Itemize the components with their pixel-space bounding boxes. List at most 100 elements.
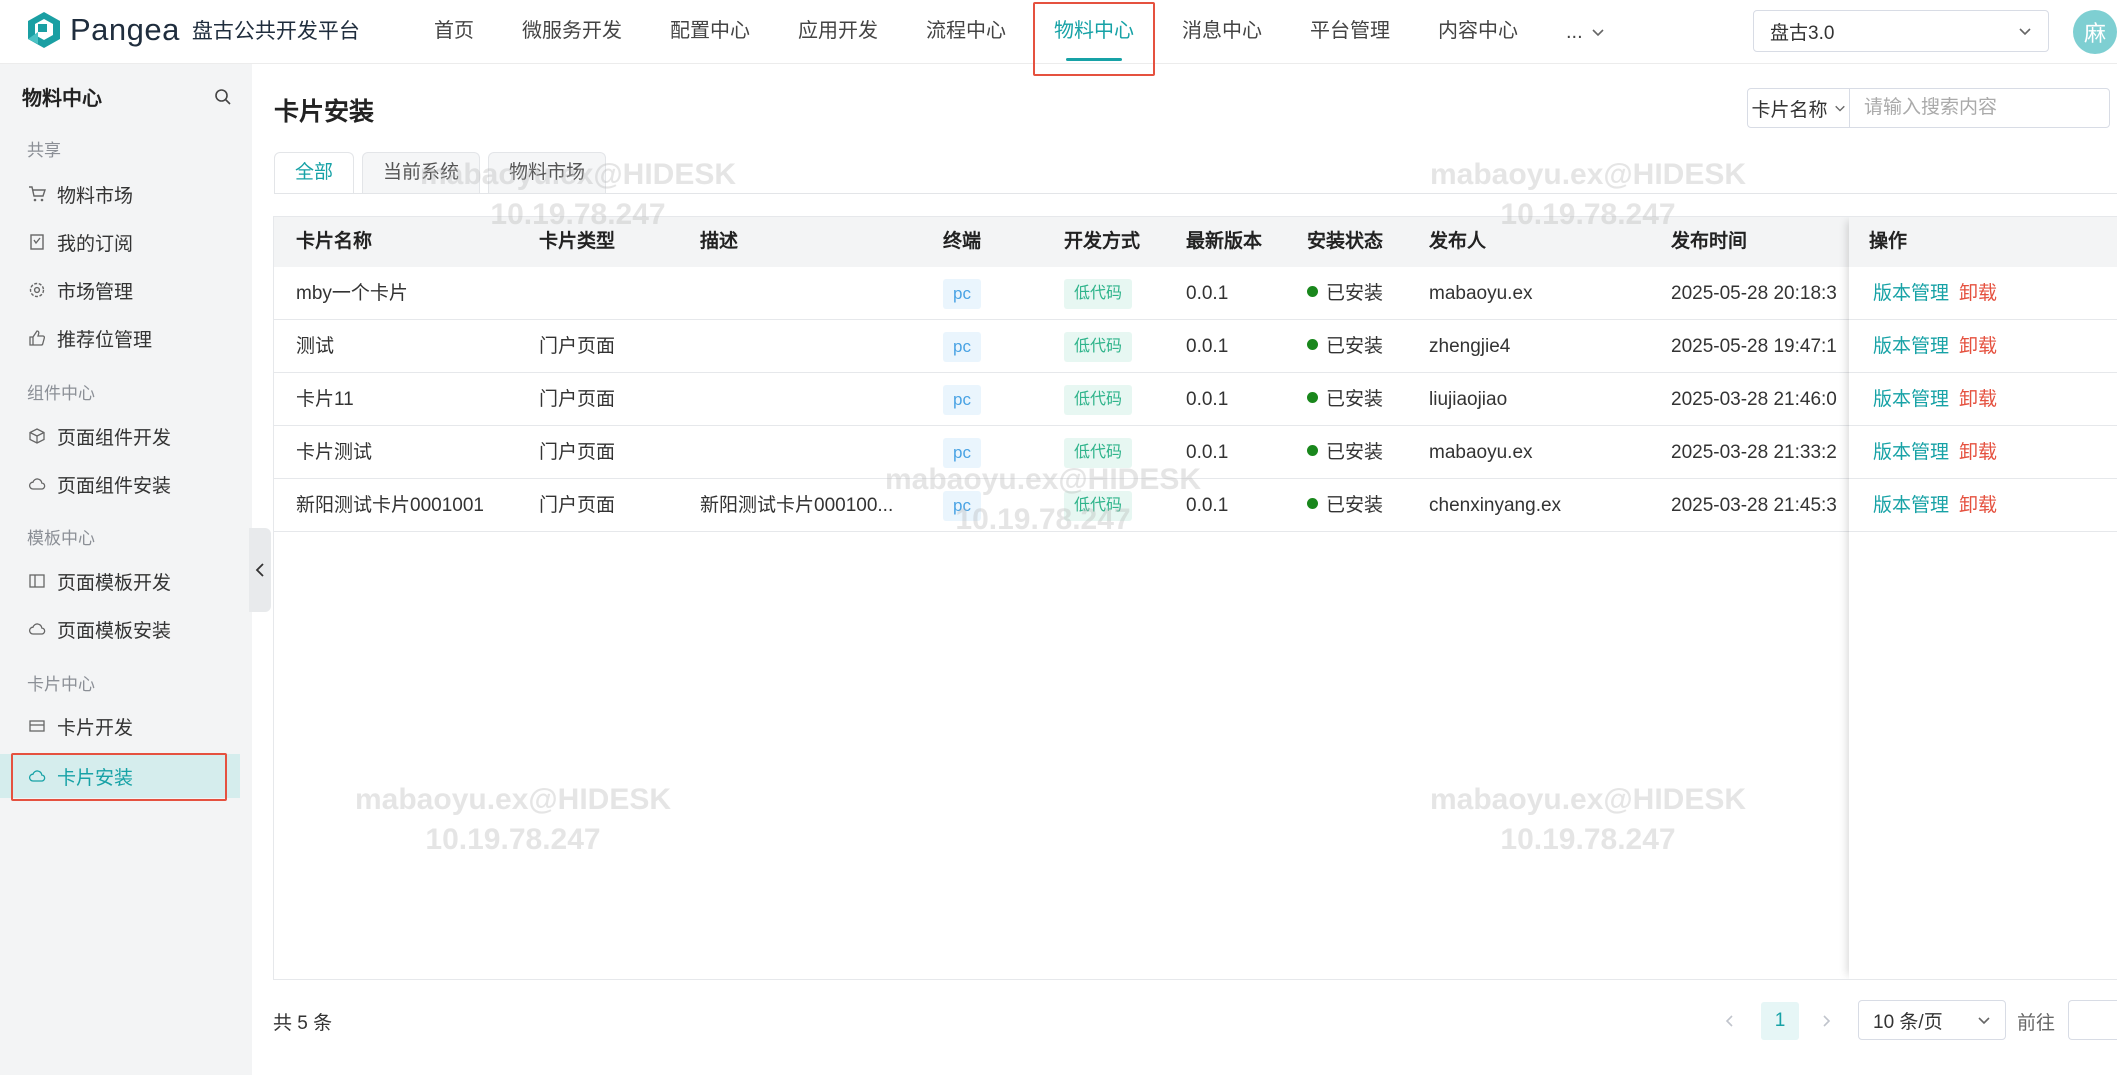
uninstall-link[interactable]: 卸载: [1959, 442, 1997, 463]
search-type-select[interactable]: 卡片名称: [1748, 89, 1850, 127]
column-header: 安装状态: [1307, 231, 1384, 252]
cell-type: 门户页面: [539, 389, 616, 410]
nav-material[interactable]: 物料中心: [1030, 0, 1158, 76]
cell-desc: [700, 267, 935, 320]
sidebar-item-card-install[interactable]: 卡片安装: [0, 753, 240, 801]
column-header: 开发方式: [1064, 231, 1141, 252]
goto-label: 前往: [2017, 1013, 2056, 1034]
table-row: 测试 门户页面 pc 低代码 0.0.1 已安装 zhengjie4 2025-…: [274, 320, 2117, 373]
page-size-select[interactable]: 10 条/页: [1858, 1000, 2006, 1040]
status-dot: [1307, 339, 1318, 351]
platform-name: 盘古公共开发平台: [191, 20, 360, 43]
sidebar-item-template-install[interactable]: 页面模板安装: [0, 607, 240, 651]
uninstall-link[interactable]: 卸载: [1959, 336, 1997, 357]
system-select-value: 盘古3.0: [1770, 22, 1835, 44]
nav-app-dev[interactable]: 应用开发: [774, 0, 902, 64]
uninstall-link[interactable]: 卸载: [1959, 283, 1997, 304]
nav-label: 应用开发: [798, 20, 878, 42]
search-input[interactable]: [1850, 89, 2109, 127]
logo[interactable]: Pangea 盘古公共开发平台: [24, 10, 360, 50]
cell-name: 卡片测试: [296, 442, 373, 463]
uninstall-link[interactable]: 卸载: [1959, 389, 1997, 410]
version-manage-link[interactable]: 版本管理: [1873, 495, 1949, 516]
version-manage-link[interactable]: 版本管理: [1873, 336, 1949, 357]
cell-publisher: mabaoyu.ex: [1429, 442, 1533, 463]
card-table: 卡片名称 卡片类型 描述 终端 开发方式 最新版本 安装状态 发布人 发布时间 …: [273, 216, 2117, 980]
sidebar-item-component-dev[interactable]: 页面组件开发: [0, 414, 240, 458]
dev-mode-tag: 低代码: [1064, 331, 1133, 362]
pagination: 共 5 条 1 10 条/页 前往: [273, 1000, 2117, 1042]
nav-message[interactable]: 消息中心: [1158, 0, 1286, 64]
sidebar-title: 物料中心: [22, 88, 102, 110]
uninstall-link[interactable]: 卸载: [1959, 495, 1997, 516]
nav-content[interactable]: 内容中心: [1414, 0, 1542, 64]
version-manage-link[interactable]: 版本管理: [1873, 442, 1949, 463]
sidebar-item-template-dev[interactable]: 页面模板开发: [0, 559, 240, 603]
cell-status: 已安装: [1326, 442, 1384, 463]
system-select[interactable]: 盘古3.0: [1753, 10, 2049, 52]
table-row: 新阳测试卡片0001001 门户页面 新阳测试卡片000100... pc 低代…: [274, 479, 2117, 532]
cell-name: mby一个卡片: [296, 283, 408, 304]
pangea-logo-icon: [28, 12, 60, 48]
column-header: 发布时间: [1671, 231, 1748, 252]
status-dot: [1307, 498, 1318, 510]
tab-current-system[interactable]: 当前系统: [362, 152, 481, 194]
cell-version: 0.0.1: [1186, 389, 1229, 410]
sidebar-item-label: 卡片开发: [57, 717, 134, 739]
nav-config[interactable]: 配置中心: [646, 0, 774, 64]
prev-page-button[interactable]: [1715, 1006, 1745, 1036]
nav-microservice[interactable]: 微服务开发: [498, 0, 646, 64]
sidebar-item-label: 页面模板安装: [57, 620, 172, 642]
page-number[interactable]: 1: [1761, 1002, 1799, 1040]
nav-platform[interactable]: 平台管理: [1286, 0, 1414, 64]
sidebar-collapse-button[interactable]: [249, 528, 271, 612]
sidebar-item-market-manage[interactable]: 市场管理: [0, 268, 240, 312]
cell-desc: [700, 426, 935, 479]
sidebar-item-recommend-manage[interactable]: 推荐位管理: [0, 316, 240, 360]
nav-label: 平台管理: [1310, 20, 1390, 42]
nav-process[interactable]: 流程中心: [902, 0, 1030, 64]
cell-desc: [700, 373, 935, 426]
page-size-value: 10 条/页: [1873, 1011, 1943, 1033]
thumbs-up-icon: [27, 328, 47, 348]
cell-name: 测试: [296, 336, 335, 357]
nav-home[interactable]: 首页: [410, 0, 498, 64]
cell-type: 门户页面: [539, 442, 616, 463]
sidebar-item-component-install[interactable]: 页面组件安装: [0, 462, 240, 506]
operations-header: 操作: [1849, 217, 2117, 267]
sidebar-item-material-market[interactable]: 物料市场: [0, 172, 240, 216]
search-icon[interactable]: [214, 88, 232, 106]
cloud-icon: [27, 474, 47, 494]
dev-mode-tag: 低代码: [1064, 278, 1133, 309]
top-nav: 首页 微服务开发 配置中心 应用开发 流程中心 物料中心 消息中心 平台管理 内…: [410, 0, 1629, 76]
operations-row: 版本管理 卸载: [1849, 320, 2117, 373]
avatar[interactable]: 麻: [2073, 10, 2117, 54]
sidebar-item-my-subscription[interactable]: 我的订阅: [0, 220, 240, 264]
tab-material-market[interactable]: 物料市场: [488, 152, 607, 194]
cell-type: 门户页面: [539, 336, 616, 357]
status-dot: [1307, 392, 1318, 404]
sidebar-item-label: 推荐位管理: [57, 329, 153, 351]
table-row: mby一个卡片 pc 低代码 0.0.1 已安装 mabaoyu.ex 2025…: [274, 267, 2117, 320]
column-header: 卡片名称: [296, 231, 373, 252]
version-manage-link[interactable]: 版本管理: [1873, 389, 1949, 410]
next-page-button[interactable]: [1811, 1006, 1841, 1036]
nav-label: 首页: [434, 20, 474, 42]
tab-all[interactable]: 全部: [274, 152, 355, 194]
sidebar-group-label: 卡片中心: [27, 675, 95, 694]
version-manage-link[interactable]: 版本管理: [1873, 283, 1949, 304]
cell-publisher: mabaoyu.ex: [1429, 283, 1533, 304]
column-header: 操作: [1869, 231, 1908, 252]
cell-time: 2025-05-28 20:18:3: [1671, 283, 1837, 304]
cell-type: 门户页面: [539, 495, 616, 516]
goto-page-input[interactable]: [2068, 1000, 2117, 1040]
cube-icon: [27, 426, 47, 446]
sidebar-item-label: 我的订阅: [57, 233, 134, 255]
nav-more[interactable]: ...: [1542, 0, 1629, 64]
watermark-user: mabaoyu.ex@HIDESK: [1430, 158, 1747, 191]
chevron-down-icon: [1834, 105, 1845, 112]
sidebar-item-card-dev[interactable]: 卡片开发: [0, 704, 240, 748]
chevron-left-icon: [255, 563, 264, 577]
sidebar-item-label: 市场管理: [57, 281, 134, 303]
terminal-tag: pc: [943, 278, 981, 309]
